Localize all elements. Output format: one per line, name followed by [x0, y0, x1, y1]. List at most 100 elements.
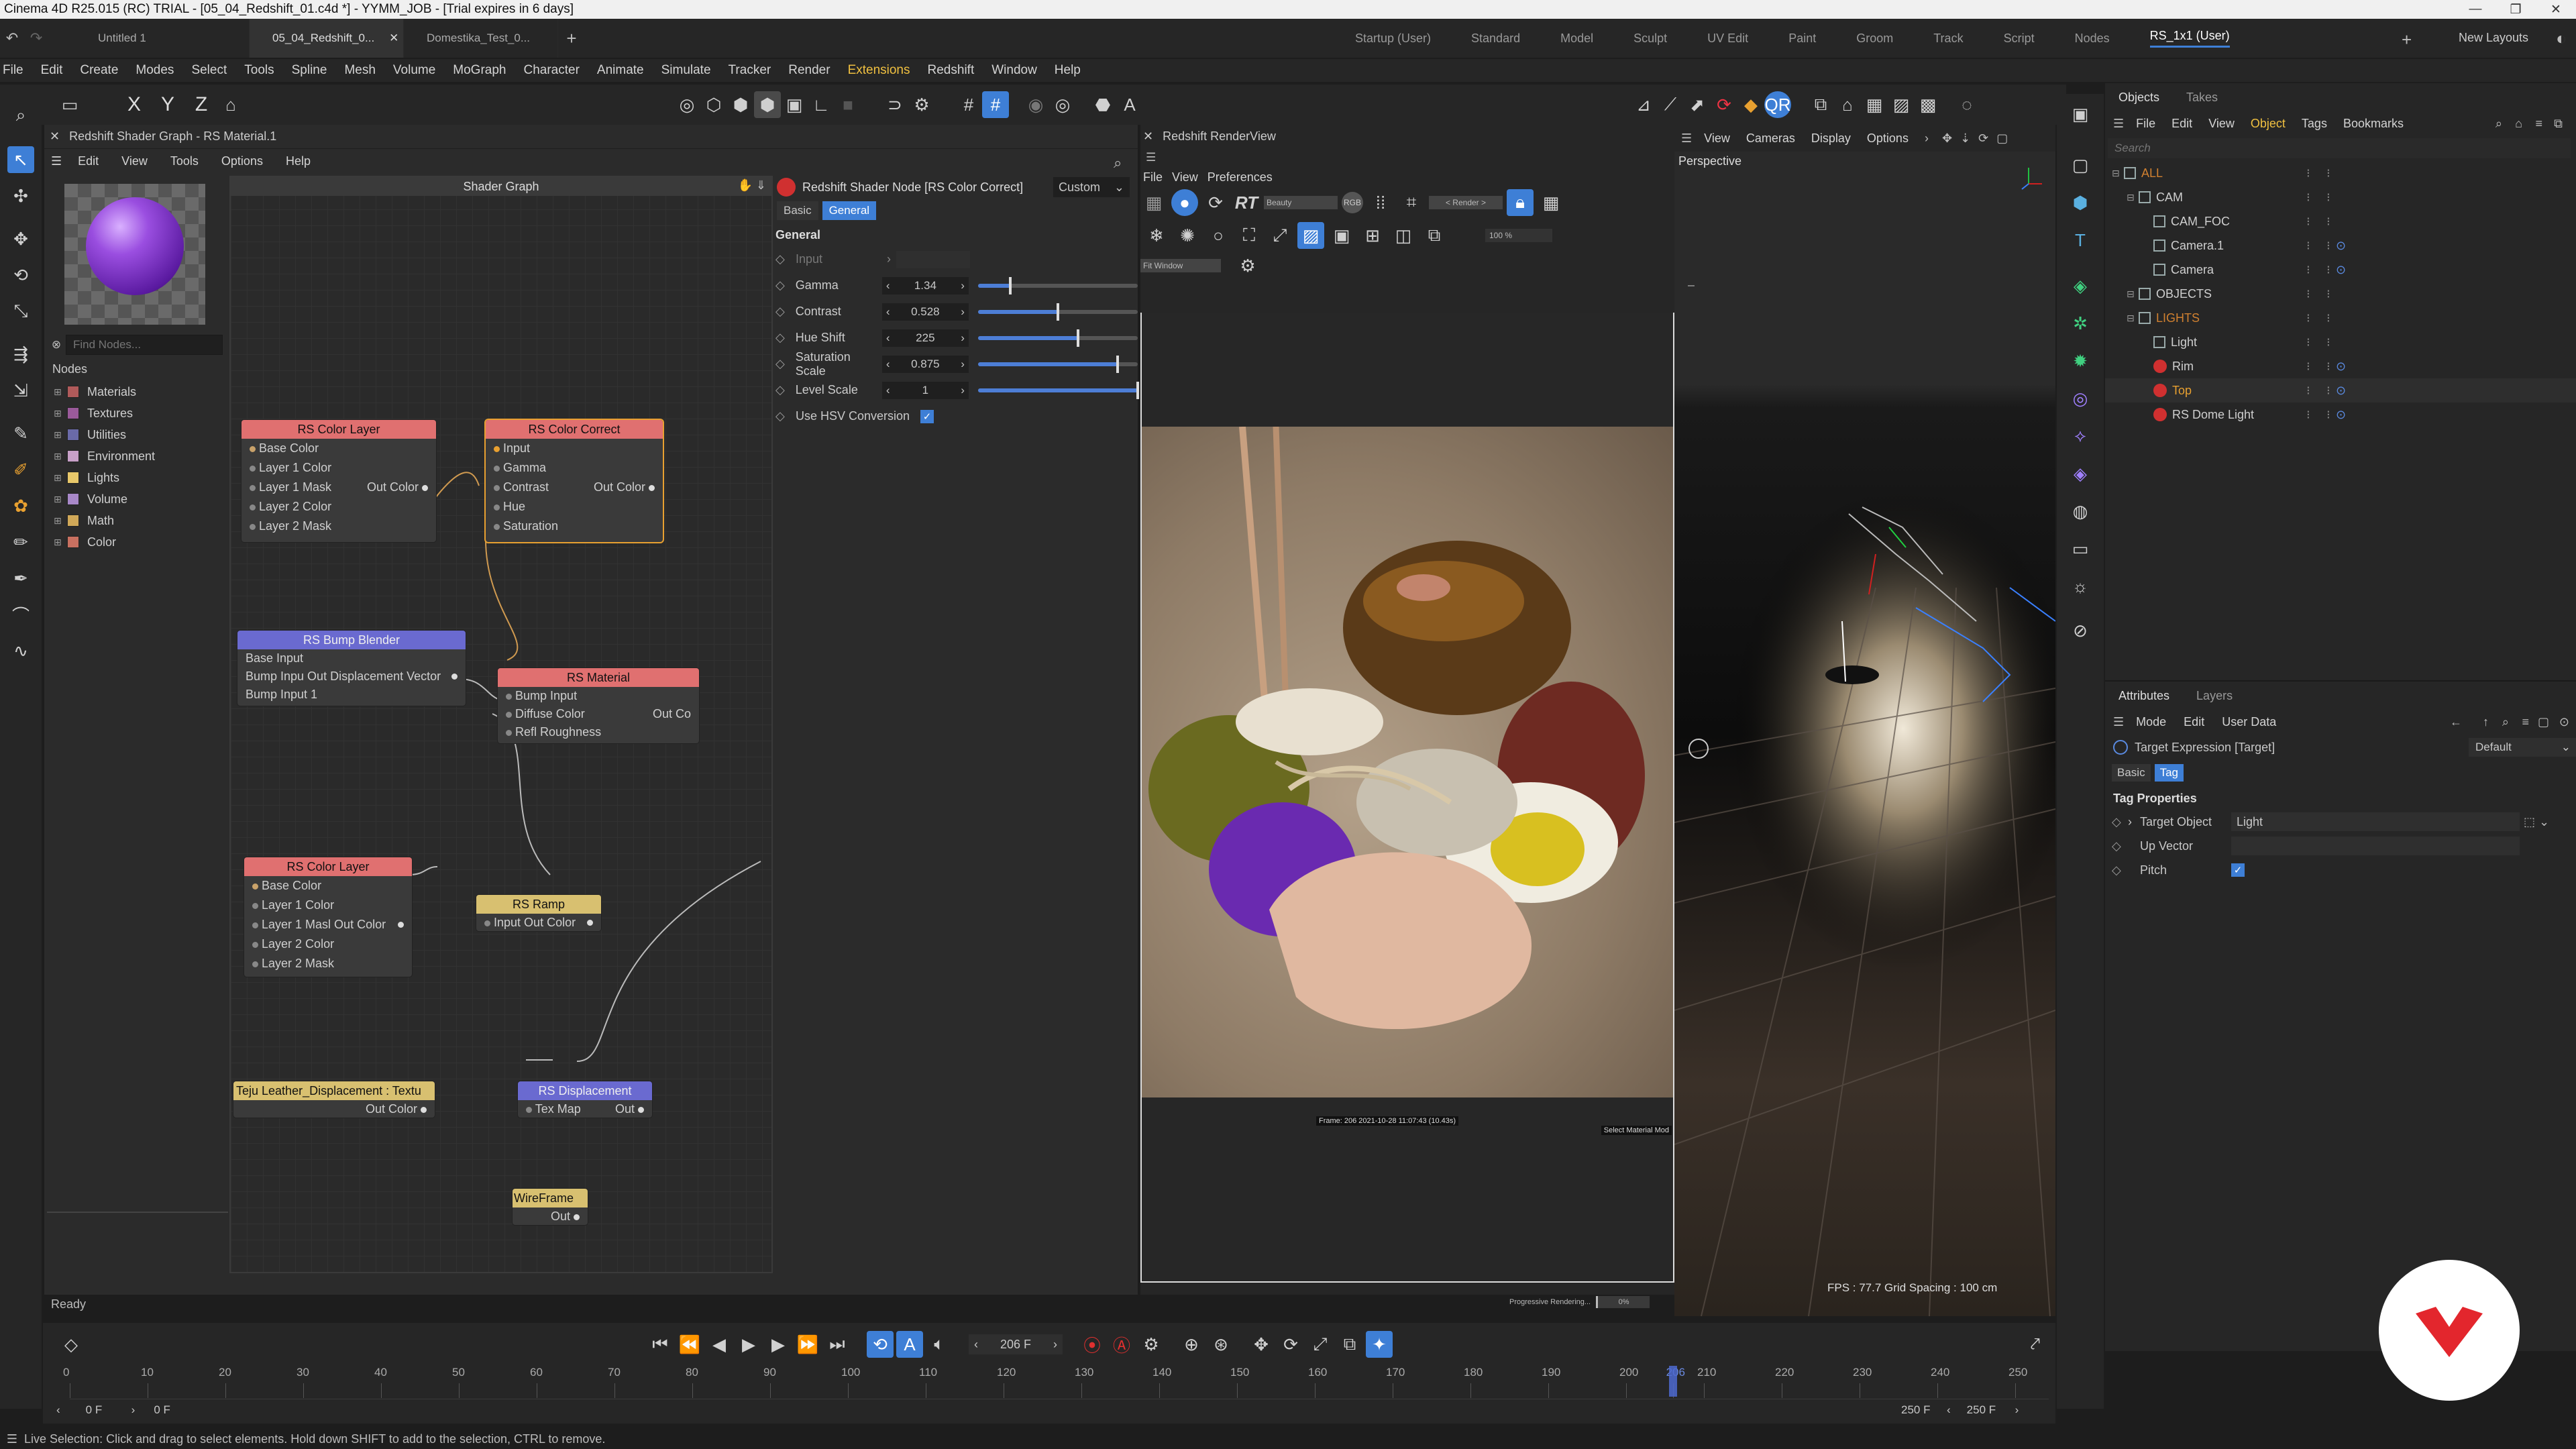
sg-menu-3[interactable]: Options [221, 154, 263, 168]
field-icon[interactable]: ◎ [2067, 385, 2094, 412]
snap-settings-icon[interactable]: ⚙ [908, 91, 935, 118]
copy-icon[interactable]: ⧉ [1421, 222, 1448, 249]
text-icon[interactable]: T [2067, 227, 2094, 254]
visibility-dots-icon[interactable]: ⁝ [2326, 191, 2330, 205]
uv-mode-icon[interactable]: ▣ [781, 91, 808, 118]
sync-icon[interactable]: ◌ [1953, 91, 1980, 118]
pan-icon[interactable]: ✥ [1942, 131, 1952, 146]
texture-mode-icon[interactable]: ■ [835, 91, 861, 118]
visibility-dots-icon[interactable]: ⁝ [2326, 335, 2330, 350]
redshift-tool-icon[interactable]: ⬣ [1089, 91, 1116, 118]
minimize-icon[interactable]: — [2455, 2, 2496, 17]
slider-handle[interactable] [1056, 303, 1059, 321]
layout-tab-5[interactable]: Paint [1788, 32, 1816, 46]
layout-tab-9[interactable]: Nodes [2075, 32, 2110, 46]
node-category[interactable]: ⊞ Textures [54, 402, 221, 424]
render-region-icon[interactable]: ⟋ [1657, 91, 1684, 118]
maximize-view-icon[interactable]: ▢ [1996, 131, 2008, 146]
paint-icon[interactable]: ✿ [7, 492, 34, 519]
spline-smooth-icon[interactable]: ⌒ [7, 601, 34, 628]
grid-icon[interactable]: # [955, 91, 982, 118]
tag-icon[interactable]: ⊙ [2336, 239, 2346, 253]
tab-takes[interactable]: Takes [2186, 91, 2218, 105]
attr-tab-basic[interactable]: Basic [2112, 764, 2151, 782]
param-value-field[interactable]: ‹ 225 › [881, 329, 969, 347]
expand-icon[interactable]: ⊞ [54, 537, 66, 548]
object-row[interactable]: ⊟ CAM ⁝ ⁝ [2105, 185, 2576, 209]
tab-basic[interactable]: Basic [777, 201, 818, 220]
object-row[interactable]: Camera ⁝ ⁝ ⊙ [2105, 258, 2576, 282]
menu-item-11[interactable]: Animate [597, 63, 644, 78]
attributes-menu-icon[interactable]: ☰ [2113, 715, 2124, 729]
node-color-layer-1[interactable]: RS Color Layer Base Color Layer 1 Color … [241, 420, 436, 542]
rv-menu-2[interactable]: Preferences [1208, 170, 1273, 184]
search-objects-icon[interactable]: ⌕ [2496, 117, 2502, 131]
param-slider[interactable] [977, 303, 1138, 321]
render-image[interactable] [1142, 427, 1673, 1097]
record-icon[interactable]: ⦿ [1079, 1331, 1106, 1358]
visibility-dots-icon[interactable]: ⁝ [2326, 287, 2330, 301]
object-row[interactable]: ⊟ OBJECTS ⁝ ⁝ [2105, 282, 2576, 306]
keyframe-icon[interactable]: ◇ [775, 252, 796, 266]
keyframe-icon[interactable]: ◇ [775, 409, 796, 423]
param-value-field[interactable]: ‹ 1.34 › [881, 276, 969, 294]
filter-attr-icon[interactable]: ≡ [2522, 715, 2529, 729]
tag-icon[interactable]: ⊙ [2336, 384, 2346, 398]
workplane-icon[interactable]: # [982, 91, 1009, 118]
object-row[interactable]: RS Dome Light ⁝ ⁝ ⊙ [2105, 402, 2576, 427]
grid-view-icon[interactable]: ▦ [1538, 189, 1564, 216]
layout-tab-3[interactable]: Sculpt [1633, 32, 1667, 46]
keyframe-icon[interactable]: ◇ [2112, 863, 2140, 877]
key-param-icon[interactable]: ⟳ [1277, 1331, 1304, 1358]
key-point-icon[interactable]: ⧉ [1336, 1331, 1363, 1358]
coordinate-system-icon[interactable]: ⌂ [217, 91, 244, 118]
brush-icon[interactable]: ✐ [7, 456, 34, 483]
target-object-field[interactable]: Light [2231, 812, 2520, 831]
close-panel-icon[interactable]: ✕ [50, 129, 60, 144]
visibility-dots-icon[interactable]: ⁝ [2306, 191, 2310, 205]
up-arrow-icon[interactable]: ↑ [2483, 715, 2489, 729]
model-mode-icon[interactable]: ⬢ [754, 91, 781, 118]
keyframe-icon[interactable]: ◇ [775, 331, 796, 345]
search-attr-icon[interactable]: ⌕ [2502, 715, 2509, 729]
slider-handle[interactable] [1076, 329, 1079, 347]
tab-layers[interactable]: Layers [2196, 689, 2233, 703]
visibility-dots-icon[interactable]: ⁝ [2326, 263, 2330, 277]
rotate-icon[interactable]: ⟲ [7, 262, 34, 288]
visibility-dots-icon[interactable]: ⁝ [2306, 335, 2310, 350]
slider-handle[interactable] [1008, 276, 1012, 294]
param-slider[interactable] [977, 355, 1138, 373]
sound-icon[interactable]: 🔈︎ [926, 1331, 953, 1358]
expand-arrow-icon[interactable]: › [887, 252, 891, 266]
status-menu-icon[interactable]: ☰ [0, 1432, 24, 1446]
end-frame-field-2[interactable]: 250 F [1956, 1403, 2010, 1417]
autokey-icon[interactable]: Ⓐ [1108, 1331, 1135, 1358]
orbit-down-icon[interactable]: ⇣ [1960, 131, 1970, 146]
visibility-dots-icon[interactable]: ⁝ [2326, 239, 2330, 253]
doc-tab-3[interactable]: Domestika_Test_0... [404, 19, 558, 58]
visibility-dots-icon[interactable]: ⁝ [2326, 311, 2330, 325]
pitch-checkbox[interactable]: ✓ [2231, 863, 2245, 877]
node-category[interactable]: ⊞ Lights [54, 467, 221, 488]
visibility-dots-icon[interactable]: ⁝ [2306, 311, 2310, 325]
node-color-correct[interactable]: RS Color Correct Input Gamma Contrast Out… [486, 420, 663, 542]
clapper-icon[interactable]: ▦ [1140, 189, 1167, 216]
viewport-menu-icon[interactable]: ☰ [1681, 131, 1692, 146]
volume-icon[interactable]: ◈ [2067, 460, 2094, 487]
settings-icon[interactable]: ⚙ [1234, 252, 1261, 279]
key-pla-icon[interactable]: ⤢ [1307, 1331, 1334, 1358]
expand-icon[interactable]: ⊟ [2127, 192, 2139, 203]
expand-icon[interactable]: ⊟ [2127, 313, 2139, 324]
node-category[interactable]: ⊞ Volume [54, 488, 221, 510]
objects-menu-icon[interactable]: ☰ [2113, 117, 2124, 131]
node-wireframe[interactable]: WireFrame Out [513, 1189, 588, 1225]
preset-dropdown[interactable]: Custom ⌄ [1053, 177, 1130, 197]
layout-tab-0[interactable]: Startup (User) [1355, 32, 1431, 46]
tab-objects[interactable]: Objects [2118, 91, 2159, 105]
menu-item-18[interactable]: Help [1055, 63, 1081, 78]
layout-tab-8[interactable]: Script [2004, 32, 2035, 46]
view-toggle-icon[interactable]: ▭ [56, 91, 83, 118]
new-attr-window-icon[interactable]: ⊙ [2559, 715, 2569, 729]
menu-item-9[interactable]: MoGraph [453, 63, 506, 78]
play-icon[interactable]: ▶ [735, 1331, 762, 1358]
